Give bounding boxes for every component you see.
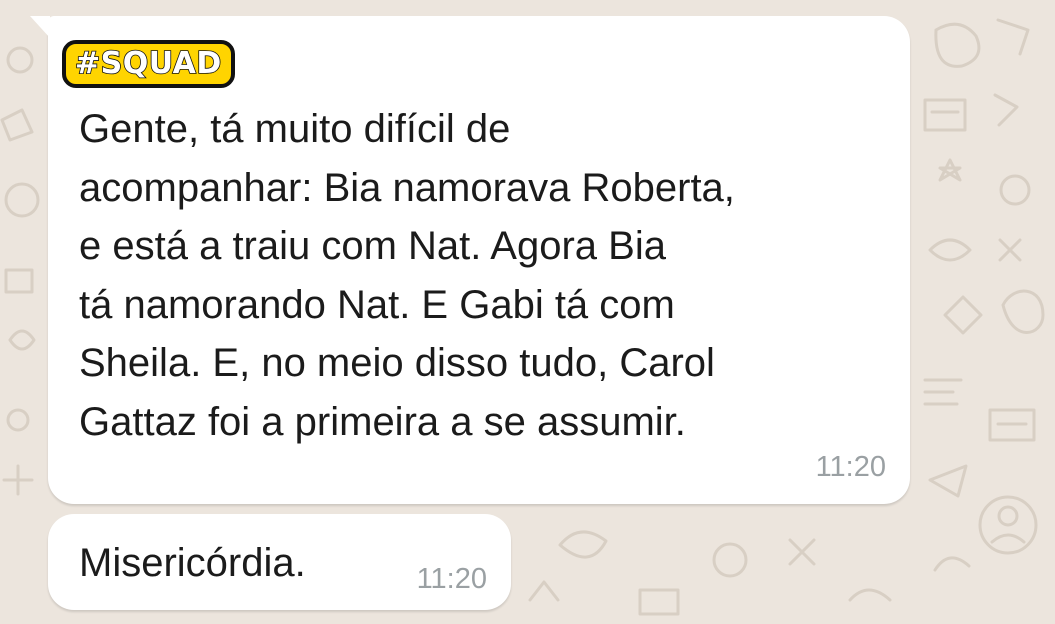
message-text: Gente, tá muito difícil de acompanhar: B… — [79, 107, 735, 444]
message-text: Misericórdia. — [79, 541, 306, 585]
message-bubble[interactable]: #SQUAD Gente, tá muito difícil de acompa… — [30, 16, 910, 504]
bubble-tail — [30, 16, 50, 38]
message-bubble[interactable]: Misericórdia. 11:20 — [48, 514, 511, 610]
message-timestamp: 11:20 — [815, 451, 886, 483]
sender-name[interactable]: #SQUAD — [62, 40, 235, 88]
message-timestamp: 11:20 — [416, 563, 487, 595]
